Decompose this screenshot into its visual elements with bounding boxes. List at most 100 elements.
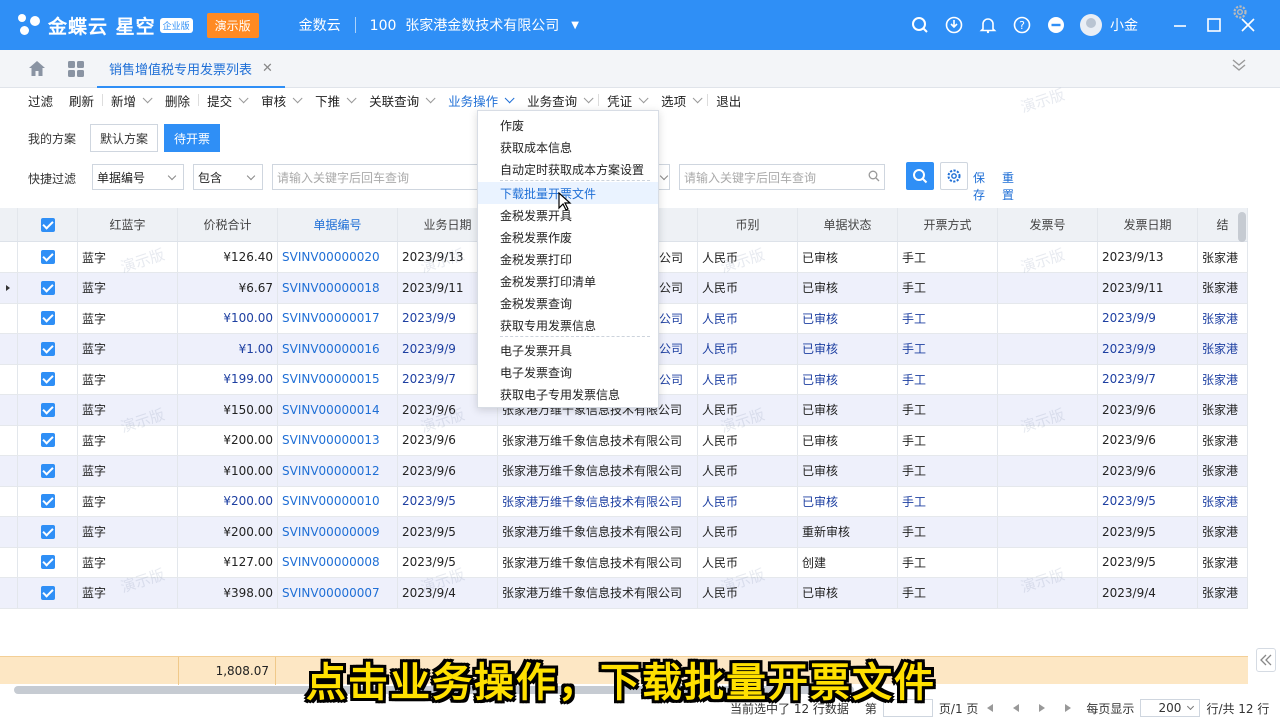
toolbar-item-5[interactable]: 审核 xyxy=(253,91,307,110)
filter-keyword-input-1[interactable]: 请输入关键字后回车查询 xyxy=(272,164,482,190)
menu-item-1[interactable]: 获取成本信息 xyxy=(478,136,658,158)
row-checkbox[interactable] xyxy=(18,516,78,547)
row-checkbox[interactable] xyxy=(18,394,78,425)
expand-left-icon[interactable] xyxy=(1256,648,1276,672)
cell-num[interactable]: SVINV00000018 xyxy=(278,272,398,303)
toolbar-item-10[interactable]: 凭证 xyxy=(599,91,653,110)
table-row[interactable]: 蓝字 ¥200.00 SVINV00000010 2023/9/5 张家港万维千象信息技… xyxy=(0,486,1248,517)
table-row[interactable]: 蓝字 ¥127.00 SVINV00000008 2023/9/5 张家港万维千象信息技… xyxy=(0,547,1248,578)
first-page-icon[interactable] xyxy=(984,703,998,713)
row-checkbox[interactable] xyxy=(18,425,78,455)
toolbar-item-12[interactable]: 退出 xyxy=(708,91,749,110)
toolbar-item-3[interactable]: 删除 xyxy=(157,91,198,110)
caret-down-icon[interactable]: ▼ xyxy=(571,20,579,31)
column-header[interactable]: 发票号 xyxy=(998,208,1098,241)
toolbar-item-11[interactable]: 选项 xyxy=(653,91,707,110)
cell-num[interactable]: SVINV00000013 xyxy=(278,425,398,455)
plan-default-button[interactable]: 默认方案 xyxy=(90,124,159,152)
cell-num[interactable]: SVINV00000007 xyxy=(278,577,398,608)
table-row[interactable]: 蓝字 ¥200.00 SVINV00000013 2023/9/6 张家港万维千象信息技… xyxy=(0,425,1248,456)
cell-num[interactable]: SVINV00000017 xyxy=(278,303,398,333)
cell-num[interactable]: SVINV00000016 xyxy=(278,333,398,364)
minimize-icon[interactable] xyxy=(1170,15,1190,35)
toolbar-item-0[interactable]: 过滤 xyxy=(20,91,61,110)
menu-item-11[interactable]: 电子发票查询 xyxy=(478,361,658,383)
toolbar-item-9[interactable]: 业务查询 xyxy=(519,91,598,110)
minus-circle-icon[interactable] xyxy=(1046,15,1066,35)
menu-item-8[interactable]: 金税发票查询 xyxy=(478,292,658,314)
row-checkbox[interactable] xyxy=(18,455,78,486)
row-checkbox[interactable] xyxy=(18,547,78,577)
column-header[interactable]: 单据编号 xyxy=(278,208,398,241)
menu-item-10[interactable]: 电子发票开具 xyxy=(478,339,658,361)
table-row[interactable]: 蓝字 ¥100.00 SVINV00000012 2023/9/6 张家港万维千象信息技… xyxy=(0,455,1248,487)
filter-op-select[interactable]: 包含 xyxy=(193,164,263,190)
row-checkbox[interactable] xyxy=(18,242,78,272)
menu-item-12[interactable]: 获取电子专用发票信息 xyxy=(478,383,658,405)
menu-item-0[interactable]: 作废 xyxy=(478,114,658,136)
menu-item-6[interactable]: 金税发票打印 xyxy=(478,248,658,270)
plan-pending-button[interactable]: 待开票 xyxy=(164,124,221,152)
grid-icon[interactable] xyxy=(68,61,84,80)
toolbar-item-1[interactable]: 刷新 xyxy=(61,91,102,110)
cell-num[interactable]: SVINV00000014 xyxy=(278,394,398,425)
toolbar-item-4[interactable]: 提交 xyxy=(199,91,253,110)
save-filter-link[interactable]: 保存 xyxy=(973,169,985,203)
cell-num[interactable]: SVINV00000008 xyxy=(278,547,398,577)
home-icon[interactable] xyxy=(28,60,46,80)
settings-gear-icon[interactable] xyxy=(1232,4,1248,23)
row-checkbox[interactable] xyxy=(18,333,78,364)
cell-num[interactable]: SVINV00000009 xyxy=(278,516,398,547)
reset-filter-link[interactable]: 重置 xyxy=(1002,169,1014,203)
column-header[interactable]: 开票方式 xyxy=(898,208,998,241)
menu-item-9[interactable]: 获取专用发票信息 xyxy=(478,314,658,336)
maximize-icon[interactable] xyxy=(1204,15,1224,35)
prev-page-icon[interactable] xyxy=(1010,703,1024,713)
vertical-scrollbar[interactable] xyxy=(1238,212,1246,242)
table-row[interactable]: 蓝字 ¥200.00 SVINV00000009 2023/9/5 张家港万维千象信息技… xyxy=(0,516,1248,548)
toolbar-item-6[interactable]: 下推 xyxy=(307,91,361,110)
select-all-checkbox[interactable] xyxy=(18,208,78,241)
filter-keyword-input-2[interactable]: 请输入关键字后回车查询 xyxy=(679,164,885,190)
double-chevron-down-icon[interactable] xyxy=(1232,58,1246,75)
menu-item-5[interactable]: 金税发票作废 xyxy=(478,226,658,248)
column-header[interactable]: 发票日期 xyxy=(1098,208,1198,241)
download-icon[interactable] xyxy=(944,15,964,35)
filter-settings-button[interactable] xyxy=(940,162,968,190)
column-header[interactable]: 价税合计 xyxy=(178,208,278,241)
filter-field-select[interactable]: 单据编号 xyxy=(92,164,184,190)
last-page-icon[interactable] xyxy=(1062,703,1076,713)
column-header[interactable]: 币别 xyxy=(698,208,798,241)
user-name[interactable]: 小金 xyxy=(1110,15,1138,35)
tab-close-icon[interactable]: ✕ xyxy=(262,61,273,76)
cell-num[interactable]: SVINV00000020 xyxy=(278,242,398,272)
company-selector[interactable]: 100 张家港金数技术有限公司 xyxy=(370,15,560,35)
toolbar-item-7[interactable]: 关联查询 xyxy=(361,91,440,110)
cell-num[interactable]: SVINV00000010 xyxy=(278,486,398,516)
per-page-select[interactable]: 200 xyxy=(1140,699,1201,717)
menu-item-2[interactable]: 自动定时获取成本方案设置 xyxy=(478,158,658,180)
row-checkbox[interactable] xyxy=(18,303,78,333)
column-header[interactable]: 单据状态 xyxy=(798,208,898,241)
toolbar-item-8[interactable]: 业务操作 xyxy=(440,91,519,110)
toolbar-item-2[interactable]: 新增 xyxy=(103,91,157,110)
menu-item-7[interactable]: 金税发票打印清单 xyxy=(478,270,658,292)
tab-invoice-list[interactable]: 销售增值税专用发票列表 ✕ xyxy=(97,50,285,88)
row-checkbox[interactable] xyxy=(18,486,78,516)
avatar[interactable] xyxy=(1080,14,1102,36)
row-checkbox[interactable] xyxy=(18,272,78,303)
cell-num[interactable]: SVINV00000012 xyxy=(278,455,398,486)
column-header[interactable]: 红蓝字 xyxy=(78,208,178,241)
search-icon[interactable] xyxy=(910,15,930,35)
next-page-icon[interactable] xyxy=(1036,703,1050,713)
app-name[interactable]: 金数云 xyxy=(299,15,341,35)
search-button[interactable] xyxy=(906,162,934,190)
column-header[interactable] xyxy=(0,208,18,241)
cell-num[interactable]: SVINV00000015 xyxy=(278,364,398,394)
table-row[interactable]: 蓝字 ¥398.00 SVINV00000007 2023/9/4 张家港万维千象信息技… xyxy=(0,577,1248,609)
row-checkbox[interactable] xyxy=(18,364,78,394)
bell-icon[interactable] xyxy=(978,15,998,35)
row-checkbox[interactable] xyxy=(18,577,78,608)
help-icon[interactable]: ? xyxy=(1012,15,1032,35)
filter-extra-select[interactable] xyxy=(658,164,670,190)
